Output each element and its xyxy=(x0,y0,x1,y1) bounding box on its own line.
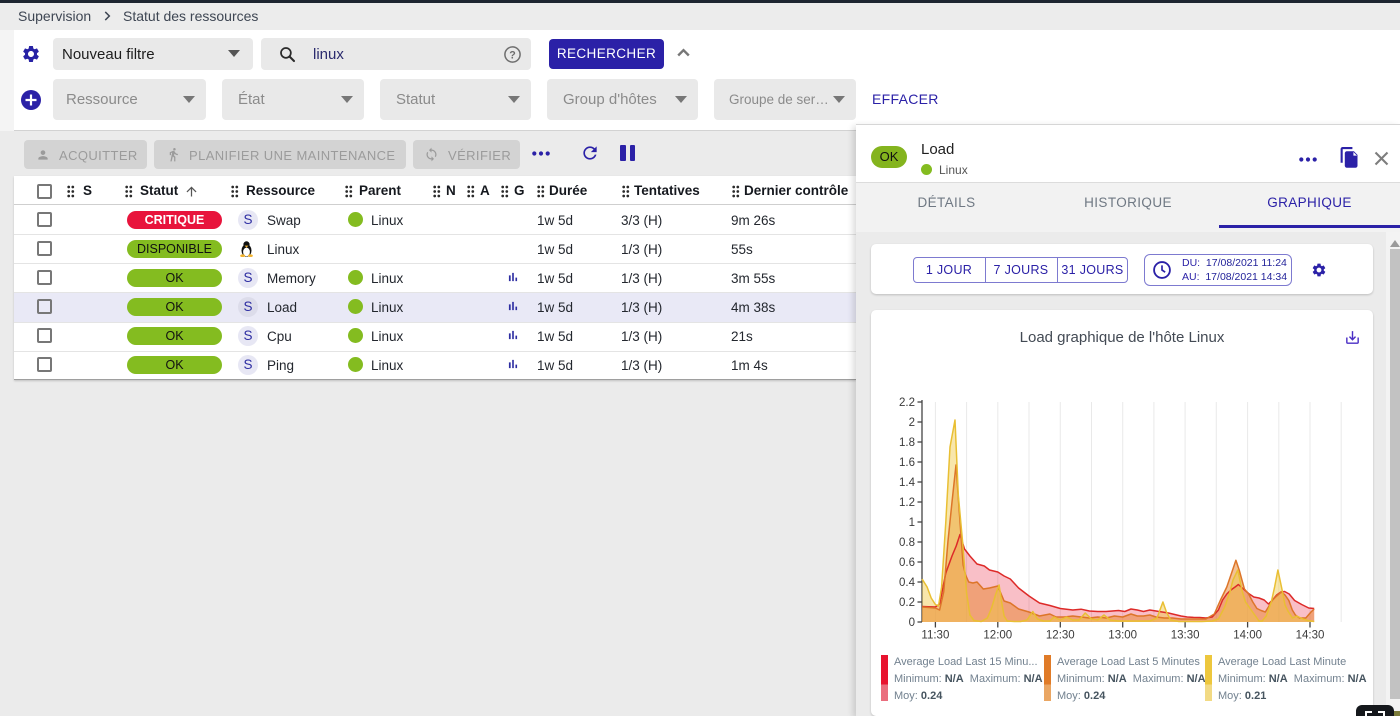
svg-text:0.6: 0.6 xyxy=(899,557,915,569)
svg-text:1.8: 1.8 xyxy=(899,437,915,449)
svg-text:1: 1 xyxy=(909,517,915,529)
svg-text:2.2: 2.2 xyxy=(899,397,915,409)
svg-text:?: ? xyxy=(509,49,516,61)
svg-text:1.6: 1.6 xyxy=(899,457,915,469)
svg-text:0.4: 0.4 xyxy=(899,577,916,589)
svg-text:0.2: 0.2 xyxy=(899,597,915,609)
svg-text:1.4: 1.4 xyxy=(899,477,916,489)
svg-text:14:00: 14:00 xyxy=(1233,630,1262,642)
svg-text:12:00: 12:00 xyxy=(983,630,1012,642)
svg-text:1.2: 1.2 xyxy=(899,497,915,509)
svg-text:12:30: 12:30 xyxy=(1046,630,1075,642)
svg-text:2: 2 xyxy=(909,417,915,429)
svg-text:13:30: 13:30 xyxy=(1171,630,1200,642)
svg-text:14:30: 14:30 xyxy=(1296,630,1325,642)
svg-text:11:30: 11:30 xyxy=(921,630,949,642)
svg-text:0: 0 xyxy=(909,617,915,629)
svg-text:13:00: 13:00 xyxy=(1108,630,1137,642)
svg-text:0.8: 0.8 xyxy=(899,537,915,549)
